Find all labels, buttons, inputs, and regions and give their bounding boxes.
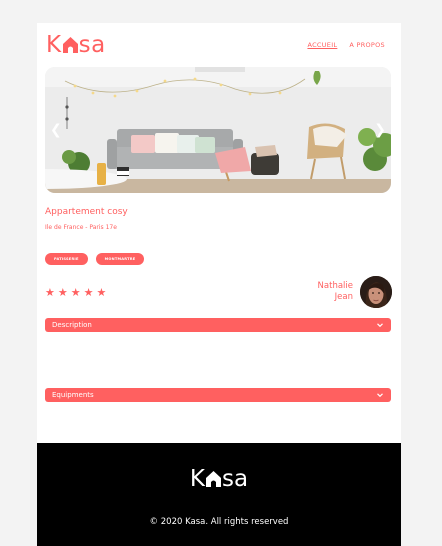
house-icon	[62, 37, 78, 53]
equipments-collapse-button[interactable]: Equipments	[45, 388, 391, 402]
listing-title: Appartement cosy	[45, 207, 128, 217]
host-name: Nathalie Jean	[293, 281, 353, 303]
description-label: Description	[52, 321, 92, 329]
star-icon: ★	[96, 286, 107, 299]
chevron-left-icon[interactable]: ❮	[50, 123, 62, 137]
host-last-name: Jean	[334, 292, 353, 302]
host-avatar	[360, 276, 392, 308]
apartment-photo	[45, 67, 391, 193]
photo-gallery: ❮ ❯	[45, 67, 391, 193]
description-collapse-button[interactable]: Description	[45, 318, 391, 332]
house-icon	[206, 471, 221, 487]
tag-badge: MONTMARTRE	[95, 253, 145, 265]
host-first-name: Nathalie	[317, 281, 353, 291]
copyright-text: © 2020 Kasa. All rights reserved	[149, 517, 289, 527]
kasa-logo[interactable]: Ksa	[46, 32, 106, 58]
nav-link-accueil[interactable]: ACCUEIL	[307, 41, 337, 49]
main-nav: ACCUEIL A PROPOS	[307, 41, 385, 49]
star-icon: ★	[45, 286, 55, 299]
star-icon: ★	[57, 286, 68, 299]
chevron-down-icon	[377, 393, 383, 398]
host-portrait	[360, 276, 392, 308]
site-footer: Ksa © 2020 Kasa. All rights reserved	[37, 443, 401, 546]
footer-logo-letter-k: K	[189, 466, 205, 492]
star-icon: ★	[70, 286, 81, 299]
footer-logo-letters-sa: sa	[222, 466, 249, 492]
chevron-down-icon	[377, 323, 383, 328]
rating-stars: ★ ★ ★ ★ ★	[45, 287, 106, 299]
logo-letter-k: K	[46, 32, 62, 58]
tag-badge: PATISSERIE	[45, 253, 88, 265]
listing-location: Ile de France - Paris 17e	[45, 224, 117, 231]
chevron-right-icon[interactable]: ❯	[374, 123, 386, 137]
equipments-label: Equipments	[52, 391, 94, 399]
footer-kasa-logo[interactable]: Ksa	[37, 465, 401, 493]
logo-letters-sa: sa	[78, 32, 106, 58]
tag-list: PATISSERIE MONTMARTRE	[45, 253, 145, 265]
nav-link-a-propos[interactable]: A PROPOS	[349, 41, 385, 49]
star-icon: ★	[83, 286, 94, 299]
